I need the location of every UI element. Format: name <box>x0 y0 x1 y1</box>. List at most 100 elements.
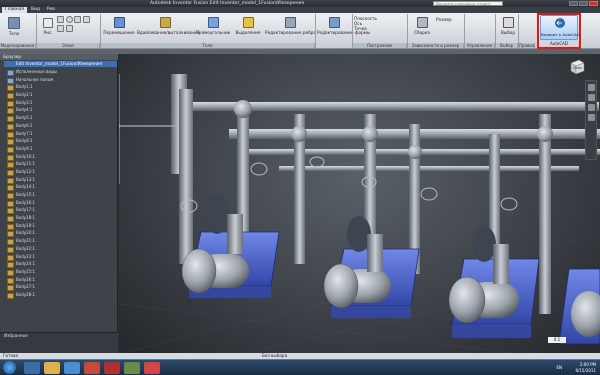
browser-item[interactable]: Body27:1 <box>6 283 114 291</box>
browser-item[interactable]: Начальное полож <box>6 76 114 84</box>
panel-sketch: Эскиз <box>37 43 100 48</box>
elbow <box>408 145 422 159</box>
press-pull-button[interactable]: Вдавливание/выталкивание <box>137 15 200 43</box>
body-button[interactable]: Тело <box>3 15 25 41</box>
spline-icon[interactable] <box>57 25 64 32</box>
browser-item[interactable]: Body5:1 <box>6 114 114 122</box>
browser-root-node[interactable]: Edit Inventor_model_1Fusion/Измерения <box>4 61 117 67</box>
select-button[interactable]: Выделение <box>233 15 263 43</box>
minimize-button[interactable] <box>569 1 578 6</box>
browser-item[interactable]: Body10:1 <box>6 153 114 161</box>
browser-item[interactable]: Body19:1 <box>6 222 114 230</box>
select-button-label: Выделение <box>235 30 261 35</box>
move-button-label: Перемещение <box>103 30 135 35</box>
start-button[interactable] <box>3 361 16 374</box>
browser-tree: Исполненные виды Начальное полож Body1:1… <box>6 68 114 308</box>
browser-item[interactable]: Body4:1 <box>6 106 114 115</box>
browser-item[interactable]: Body6:1 <box>6 122 114 130</box>
app-icon[interactable] <box>144 362 160 374</box>
browser-item[interactable]: Body2:1 <box>6 91 114 99</box>
look-icon[interactable] <box>588 114 595 121</box>
clock[interactable]: 2:00 PM 6/15/2011 <box>575 362 596 374</box>
rectangle-button-label: Прямоугольник <box>195 30 231 35</box>
model-browser: Браузер Edit Inventor_model_1Fusion/Изме… <box>0 54 118 359</box>
zoom-icon[interactable] <box>588 104 595 111</box>
sketch-icon <box>43 18 53 28</box>
return-to-autocad-button[interactable]: Возврат к AutoCAD <box>540 15 580 40</box>
navigation-bar <box>585 80 597 160</box>
edit-form-button[interactable]: Редактирование формы <box>317 15 370 43</box>
assembly-button-label: Сборка <box>414 30 430 35</box>
press-pull-button-label: Вдавливание/выталкивание <box>137 30 200 35</box>
browser-item[interactable]: Body13:1 <box>6 176 114 184</box>
3d-viewport[interactable] <box>119 54 600 359</box>
browser-item[interactable]: Body7:1 <box>6 130 114 138</box>
pump-unit-2 <box>181 194 280 298</box>
autocad-icon[interactable] <box>104 362 120 374</box>
press-pull-icon <box>159 17 171 28</box>
browser-item[interactable]: Body9:1 <box>6 145 114 153</box>
panel-autocad: AutoCAD <box>540 41 578 46</box>
window-controls <box>569 1 598 6</box>
edge-icon <box>284 17 296 28</box>
edit-edge-button[interactable]: Редактирование ребра <box>265 15 316 43</box>
arc-icon[interactable] <box>74 16 82 23</box>
line-icon[interactable] <box>57 16 64 23</box>
selection-button[interactable]: Выбор <box>498 15 518 43</box>
elbow <box>234 100 252 118</box>
browser-item[interactable]: Body14:1 <box>6 183 114 191</box>
browser-item[interactable]: Body20:1 <box>6 229 114 238</box>
panel-edit: Правка <box>519 43 535 48</box>
internet-explorer-icon[interactable] <box>24 362 40 374</box>
browser-item[interactable]: Body17:1 <box>6 206 114 215</box>
language-indicator[interactable]: EN <box>556 365 562 370</box>
media-player-icon[interactable] <box>64 362 80 374</box>
point-button[interactable]: Точка <box>354 26 394 31</box>
rectangle-body-icon <box>207 17 219 28</box>
dimension-button[interactable]: Размер <box>436 17 466 27</box>
separator <box>315 14 316 48</box>
browser-item[interactable]: Body1:1 <box>6 83 114 92</box>
browser-item[interactable]: Body3:1 <box>6 99 114 107</box>
construction-tools: Плоскость Ось Точка <box>354 16 394 40</box>
assembly-button[interactable]: Сборка <box>410 15 434 43</box>
browser-item[interactable]: Body25:1 <box>6 268 114 276</box>
edit-edge-button-label: Редактирование ребра <box>265 30 316 35</box>
form-icon <box>328 17 340 28</box>
trim-icon[interactable] <box>65 25 73 32</box>
explorer-icon[interactable] <box>44 362 60 374</box>
browser-item[interactable]: Body26:1 <box>6 276 114 284</box>
browser-item[interactable]: Body22:1 <box>6 245 114 253</box>
riser-pipe <box>179 89 193 264</box>
zoom-readout[interactable]: 0.1 <box>548 337 566 343</box>
browser-item[interactable]: Body16:1 <box>6 199 114 207</box>
browser-item[interactable]: Body18:1 <box>6 214 114 222</box>
help-search-input[interactable]: Введите ключевое слово/фразу <box>433 1 503 12</box>
browser-item[interactable]: Body12:1 <box>6 168 114 176</box>
browser-item[interactable]: Body21:1 <box>6 237 114 245</box>
inventor-fusion-icon[interactable] <box>84 362 100 374</box>
sketch-button[interactable]: Рис. <box>40 15 56 41</box>
browser-item[interactable]: Body15:1 <box>6 191 114 199</box>
select-icon <box>242 17 254 28</box>
browser-item[interactable]: Исполненные виды <box>6 68 114 76</box>
orbit-icon[interactable] <box>588 84 595 91</box>
maximize-button[interactable] <box>579 1 588 6</box>
circle-icon[interactable] <box>65 16 73 23</box>
browser-item[interactable]: Body23:1 <box>6 253 114 261</box>
rectangle-button[interactable]: Прямоугольник <box>194 15 232 43</box>
app-icon[interactable] <box>124 362 140 374</box>
pan-icon[interactable] <box>588 94 595 101</box>
browser-title: Браузер <box>0 54 118 60</box>
browser-item[interactable]: Body24:1 <box>6 260 114 268</box>
small-pipe <box>279 166 579 171</box>
panel-manage: Управление <box>465 43 495 48</box>
browser-item[interactable]: Body28:1 <box>6 291 114 299</box>
browser-item[interactable]: Body8:1 <box>6 137 114 145</box>
close-button[interactable] <box>589 1 598 6</box>
move-button[interactable]: Перемещение <box>102 15 136 43</box>
rectangle-icon[interactable] <box>82 16 90 23</box>
elbow <box>362 126 378 142</box>
view-cube[interactable]: Спер <box>568 58 586 76</box>
browser-item[interactable]: Body11:1 <box>6 160 114 168</box>
